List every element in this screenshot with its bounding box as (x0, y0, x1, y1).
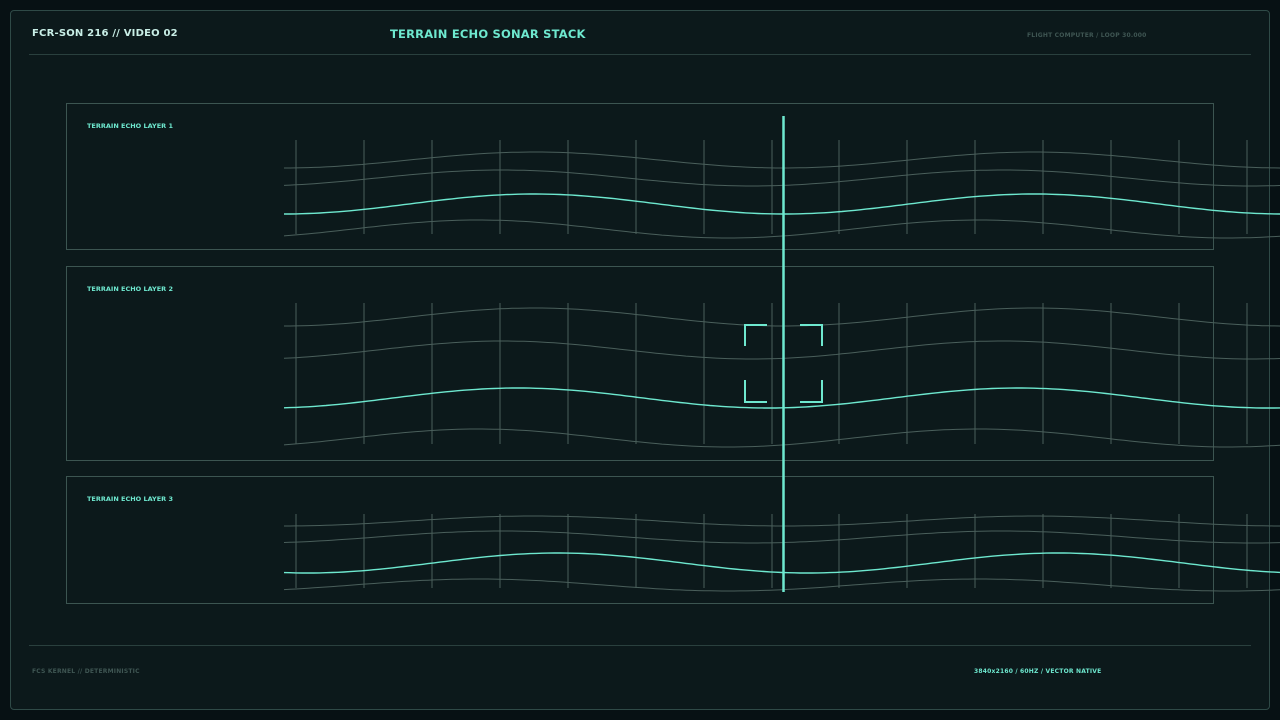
echo-trace (283, 219, 1280, 239)
echo-trace-primary (284, 193, 1280, 215)
echo-trace (283, 428, 1280, 448)
echo-trace (284, 515, 1280, 527)
echo-trace (283, 578, 1280, 592)
echo-trace (284, 307, 1280, 327)
echo-trace (284, 151, 1280, 169)
sonar-echo-graphic (283, 116, 1280, 592)
echo-trace (283, 340, 1280, 360)
echo-grid (295, 140, 1248, 588)
footer-resolution: 3840x2160 / 60HZ / VECTOR NATIVE (974, 668, 1102, 675)
echo-trace (283, 169, 1280, 187)
echo-trace-primary (283, 387, 1280, 409)
echo-waves (283, 151, 1280, 592)
footer-kernel-status: FCS KERNEL // DETERMINISTIC (32, 668, 140, 675)
echo-trace-primary (283, 552, 1280, 574)
echo-trace (283, 530, 1280, 544)
